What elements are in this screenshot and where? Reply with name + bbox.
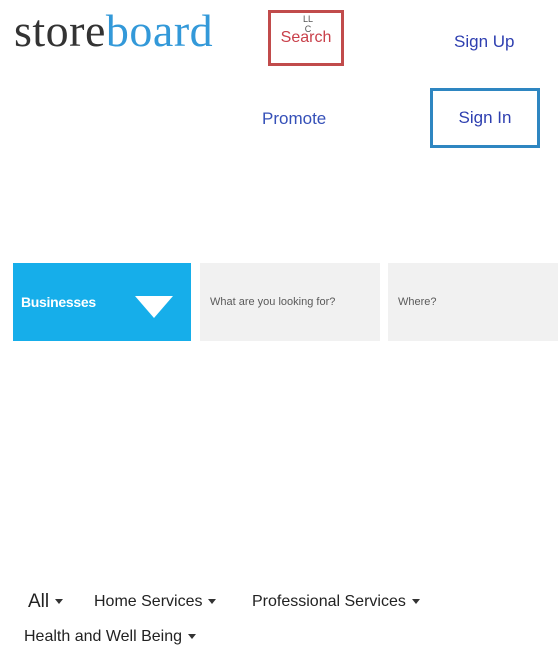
caret-down-icon bbox=[55, 599, 64, 605]
sign-up-link[interactable]: Sign Up bbox=[454, 32, 514, 52]
sign-in-button[interactable]: Sign In bbox=[430, 88, 540, 148]
triangle-down-icon bbox=[135, 296, 173, 318]
search-button[interactable]: Search bbox=[268, 10, 344, 66]
where-search-input[interactable] bbox=[388, 263, 558, 341]
category-select[interactable]: Businesses bbox=[13, 263, 191, 341]
category-nav-home-services[interactable]: Home Services bbox=[94, 593, 217, 611]
sign-in-button-label: Sign In bbox=[458, 108, 512, 127]
logo-text-board: board bbox=[105, 5, 214, 56]
category-select-value: Businesses bbox=[21, 294, 96, 310]
category-nav-health-and-well-being[interactable]: Health and Well Being bbox=[24, 628, 197, 646]
category-nav-health-label: Health and Well Being bbox=[24, 628, 183, 645]
category-nav-professional-services-label: Professional Services bbox=[252, 593, 406, 610]
category-nav-professional-services[interactable]: Professional Services bbox=[252, 593, 420, 611]
caret-down-icon bbox=[208, 599, 217, 605]
caret-down-icon bbox=[188, 634, 197, 640]
logo-text-store: store bbox=[14, 5, 106, 56]
what-search-input[interactable] bbox=[200, 263, 380, 341]
caret-down-icon bbox=[411, 599, 420, 605]
category-nav-all[interactable]: All bbox=[28, 591, 64, 613]
category-nav-all-label: All bbox=[28, 591, 50, 612]
promote-link[interactable]: Promote bbox=[262, 109, 326, 129]
storeboard-logo[interactable]: storeboard bbox=[14, 8, 213, 54]
search-button-label: Search bbox=[280, 29, 332, 46]
category-nav-home-services-label: Home Services bbox=[94, 593, 203, 610]
